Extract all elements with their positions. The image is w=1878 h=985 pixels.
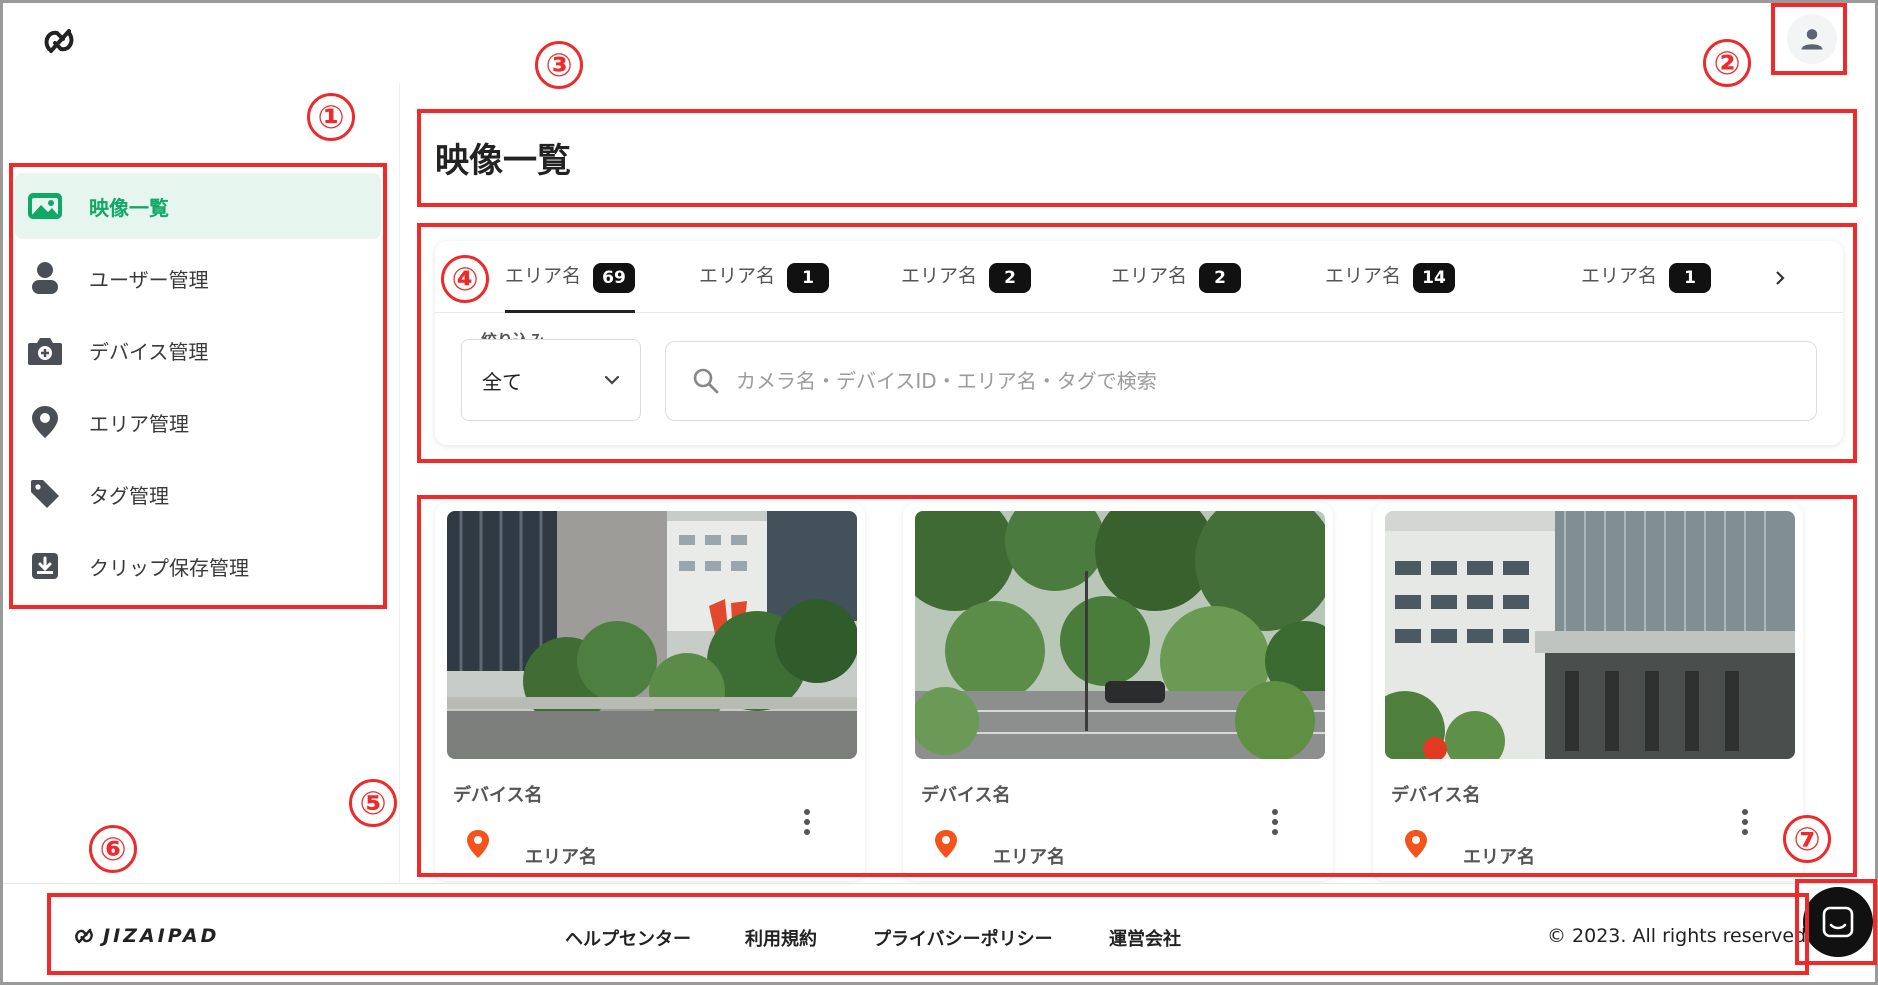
camera-thumbnail[interactable] bbox=[1385, 511, 1795, 759]
tab-label: エリア名 bbox=[1111, 265, 1188, 287]
device-card-2[interactable]: デバイス名 エリア名 bbox=[903, 503, 1333, 881]
footer-link-company[interactable]: 運営会社 bbox=[1109, 925, 1181, 951]
annotation-marker-2: ② bbox=[1703, 39, 1751, 87]
sidebar-item-tag-management[interactable]: タグ管理 bbox=[15, 461, 381, 527]
tab-area-5[interactable]: エリア名 14 bbox=[1325, 261, 1456, 313]
account-button[interactable] bbox=[1777, 5, 1847, 73]
camera-plus-icon bbox=[25, 330, 65, 370]
map-pin-icon bbox=[25, 402, 65, 442]
tab-label: エリア名 bbox=[901, 265, 978, 287]
image-icon bbox=[25, 186, 65, 226]
sidebar-item-label: クリップ保存管理 bbox=[89, 555, 249, 580]
tab-area-1[interactable]: エリア名 69 bbox=[505, 261, 636, 313]
tab-area-6[interactable]: エリア名 1 bbox=[1581, 261, 1712, 313]
filter-select[interactable]: 全て bbox=[461, 339, 641, 421]
more-vert-icon[interactable] bbox=[795, 807, 819, 837]
map-pin-icon bbox=[933, 829, 959, 859]
annotation-marker-5: ⑤ bbox=[349, 779, 397, 827]
footer-link-privacy-policy[interactable]: プライバシーポリシー bbox=[873, 925, 1053, 951]
annotation-box-title bbox=[417, 109, 1857, 207]
filter-panel: エリア名 69 エリア名 1 エリア名 2 エリア名 2 エリア名 14 エリア… bbox=[435, 241, 1843, 445]
count-badge: 69 bbox=[593, 263, 636, 293]
sidebar-item-video-list[interactable]: 映像一覧 bbox=[15, 173, 381, 239]
chat-icon bbox=[1822, 906, 1854, 938]
tab-area-4[interactable]: エリア名 2 bbox=[1111, 261, 1242, 313]
jizaipad-logo-icon[interactable] bbox=[41, 23, 77, 59]
avatar bbox=[1787, 14, 1837, 64]
chevron-right-icon[interactable] bbox=[1765, 263, 1795, 293]
footer-logo-text: JIZAIPAD bbox=[103, 925, 220, 947]
annotation-marker-7: ⑦ bbox=[1783, 815, 1831, 863]
tab-label: エリア名 bbox=[699, 265, 776, 287]
sidebar-divider bbox=[399, 83, 400, 883]
annotation-marker-4: ④ bbox=[441, 255, 489, 303]
sidebar-item-label: エリア管理 bbox=[89, 411, 189, 436]
camera-thumbnail[interactable] bbox=[447, 511, 857, 759]
map-pin-icon bbox=[1403, 829, 1429, 859]
count-badge: 14 bbox=[1413, 263, 1456, 293]
device-card-3[interactable]: デバイス名 エリア名 bbox=[1373, 503, 1803, 881]
tab-area-2[interactable]: エリア名 1 bbox=[699, 261, 830, 313]
tab-label: エリア名 bbox=[1325, 265, 1402, 287]
tab-label: エリア名 bbox=[1581, 265, 1658, 287]
sidebar-item-user-management[interactable]: ユーザー管理 bbox=[15, 245, 381, 311]
footer-logo[interactable]: JIZAIPAD bbox=[73, 925, 219, 947]
device-name: デバイス名 bbox=[921, 785, 1011, 806]
chat-button[interactable] bbox=[1803, 887, 1873, 957]
copyright-text: © 2023. All rights reserved bbox=[1547, 925, 1807, 947]
tab-label: エリア名 bbox=[505, 265, 582, 287]
sidebar-item-label: 映像一覧 bbox=[89, 195, 169, 220]
area-name: エリア名 bbox=[1463, 847, 1535, 868]
sidebar-item-area-management[interactable]: エリア管理 bbox=[15, 389, 381, 455]
sidebar-item-device-management[interactable]: デバイス管理 bbox=[15, 317, 381, 383]
jizaipad-logo-icon bbox=[75, 928, 93, 944]
more-vert-icon[interactable] bbox=[1263, 807, 1287, 837]
search-field[interactable] bbox=[665, 341, 1817, 421]
annotation-marker-3: ③ bbox=[535, 41, 583, 89]
sidebar-item-label: デバイス管理 bbox=[89, 339, 209, 364]
area-name: エリア名 bbox=[525, 847, 597, 868]
area-tabs: エリア名 69 エリア名 1 エリア名 2 エリア名 2 エリア名 14 エリア… bbox=[435, 241, 1843, 313]
search-icon bbox=[693, 368, 719, 394]
user-icon bbox=[25, 258, 65, 298]
filter-selected-value: 全て bbox=[482, 369, 522, 394]
annotation-marker-6: ⑥ bbox=[89, 825, 137, 873]
chevron-down-icon bbox=[604, 375, 620, 385]
count-badge: 1 bbox=[1669, 263, 1712, 293]
count-badge: 2 bbox=[1199, 263, 1242, 293]
annotation-marker-1: ① bbox=[307, 93, 355, 141]
sidebar-item-label: タグ管理 bbox=[89, 483, 169, 508]
footer-divider bbox=[3, 883, 1878, 884]
user-icon bbox=[1801, 29, 1823, 50]
search-input[interactable] bbox=[736, 369, 1736, 393]
count-badge: 2 bbox=[989, 263, 1032, 293]
page-title: 映像一覧 bbox=[435, 141, 571, 181]
map-pin-icon bbox=[465, 829, 491, 859]
footer-link-help-center[interactable]: ヘルプセンター bbox=[565, 925, 691, 951]
device-name: デバイス名 bbox=[453, 785, 543, 806]
download-box-icon bbox=[25, 546, 65, 586]
sidebar-nav: 映像一覧 ユーザー管理 デバイス管理 エリア管理 タグ管理 クリップ保存管理 bbox=[15, 173, 381, 605]
tab-area-3[interactable]: エリア名 2 bbox=[901, 261, 1032, 313]
device-card-1[interactable]: デバイス名 エリア名 bbox=[435, 503, 865, 881]
device-name: デバイス名 bbox=[1391, 785, 1481, 806]
more-vert-icon[interactable] bbox=[1733, 807, 1757, 837]
sidebar-item-clip-storage[interactable]: クリップ保存管理 bbox=[15, 533, 381, 599]
tag-icon bbox=[25, 474, 65, 514]
count-badge: 1 bbox=[787, 263, 830, 293]
sidebar-item-label: ユーザー管理 bbox=[89, 267, 209, 292]
footer-link-terms[interactable]: 利用規約 bbox=[745, 925, 817, 951]
camera-thumbnail[interactable] bbox=[915, 511, 1325, 759]
area-name: エリア名 bbox=[993, 847, 1065, 868]
